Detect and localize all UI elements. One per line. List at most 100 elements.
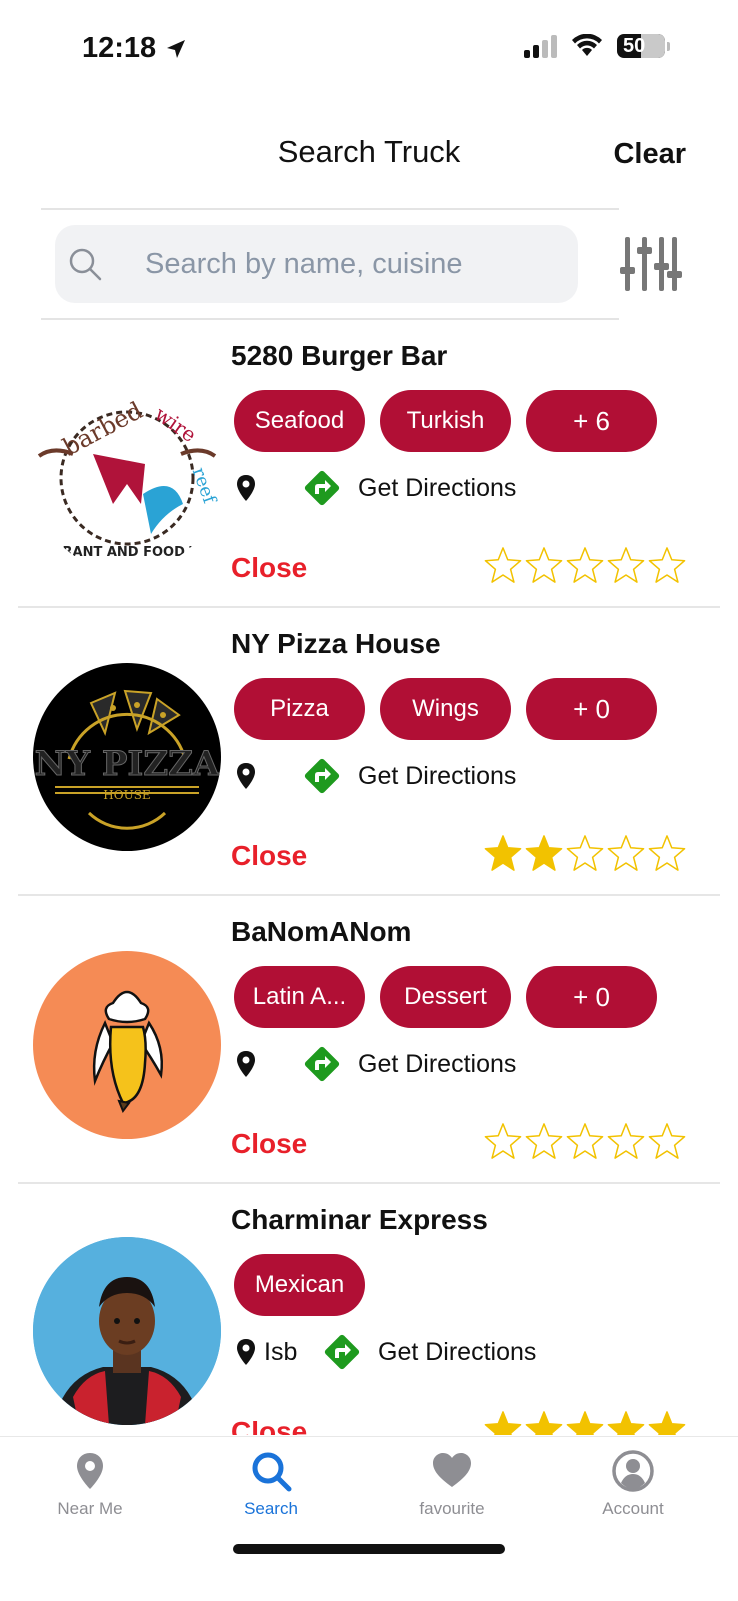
cuisine-tag[interactable]: Latin A... bbox=[234, 966, 365, 1028]
search-bar[interactable] bbox=[55, 225, 578, 303]
search-icon bbox=[69, 248, 102, 281]
star-filled-icon bbox=[566, 1411, 604, 1435]
tab-near-me[interactable]: Near Me bbox=[15, 1449, 165, 1519]
rating-stars bbox=[484, 834, 686, 872]
open-status: Close bbox=[231, 1128, 308, 1159]
star-empty-icon bbox=[607, 1123, 645, 1159]
truck-card[interactable]: NY PIZZA HOUSE NY Pizza House Pizza Wing… bbox=[0, 608, 738, 896]
battery-icon: 50 bbox=[617, 34, 665, 58]
star-empty-icon bbox=[607, 547, 645, 583]
rating-stars bbox=[484, 546, 686, 584]
battery-level: 50 bbox=[623, 34, 646, 57]
more-tags-button[interactable]: + 6 bbox=[526, 390, 657, 452]
star-filled-icon bbox=[484, 1411, 522, 1435]
truck-card[interactable]: Charminar Express Mexican Isb Get Direct… bbox=[0, 1184, 738, 1435]
location-arrow-icon bbox=[167, 39, 186, 58]
star-empty-icon bbox=[566, 547, 604, 583]
truck-name[interactable]: NY Pizza House bbox=[231, 628, 441, 660]
open-status: Close bbox=[231, 552, 308, 583]
star-filled-icon bbox=[525, 835, 563, 871]
location-row: Get Directions bbox=[236, 754, 516, 798]
map-pin-icon bbox=[237, 475, 255, 501]
home-indicator bbox=[233, 1544, 505, 1554]
truck-card[interactable]: barbed wire reef RESTAURANT AND FOOD TRU… bbox=[0, 320, 738, 608]
star-filled-icon bbox=[607, 1411, 645, 1435]
logo-text-ny-pizza: NY PIZZA bbox=[35, 744, 220, 784]
location-text: Isb bbox=[264, 1337, 298, 1366]
cuisine-tags: Latin A... Dessert + 0 bbox=[234, 966, 657, 1028]
cuisine-tags: Seafood Turkish + 6 bbox=[234, 390, 657, 452]
location-row: Get Directions bbox=[236, 1042, 516, 1086]
tab-search[interactable]: Search bbox=[196, 1449, 346, 1519]
status-right: 50 bbox=[524, 34, 670, 58]
logo-text-house: HOUSE bbox=[103, 788, 150, 802]
truck-logo-barbed-wire-reef: barbed wire reef RESTAURANT AND FOOD TRU… bbox=[33, 384, 221, 572]
get-directions-label: Get Directions bbox=[358, 473, 517, 502]
get-directions-button[interactable]: Get Directions bbox=[300, 1042, 516, 1086]
tab-account[interactable]: Account bbox=[558, 1449, 708, 1519]
cuisine-tag[interactable]: Seafood bbox=[234, 390, 365, 452]
cuisine-tags: Mexican bbox=[234, 1254, 365, 1316]
get-directions-label: Get Directions bbox=[378, 1337, 537, 1366]
directions-icon bbox=[304, 758, 340, 794]
tab-label: favourite bbox=[419, 1499, 485, 1518]
cuisine-tag[interactable]: Turkish bbox=[380, 390, 511, 452]
truck-card[interactable]: BaNomANom Latin A... Dessert + 0 Get Dir… bbox=[0, 896, 738, 1184]
get-directions-button[interactable]: Get Directions bbox=[300, 754, 516, 798]
star-filled-icon bbox=[525, 1411, 563, 1435]
get-directions-label: Get Directions bbox=[358, 1049, 517, 1078]
open-status: Close bbox=[231, 1416, 308, 1435]
search-icon bbox=[252, 1452, 292, 1492]
clear-button[interactable]: Clear bbox=[613, 138, 686, 171]
tab-favourite[interactable]: favourite bbox=[377, 1449, 527, 1519]
star-filled-icon bbox=[648, 1411, 686, 1435]
location-row: Isb Get Directions bbox=[236, 1330, 536, 1374]
map-pin-icon bbox=[237, 1051, 255, 1077]
truck-logo-ny-pizza-house: NY PIZZA HOUSE bbox=[33, 663, 221, 851]
truck-name[interactable]: Charminar Express bbox=[231, 1204, 488, 1236]
star-empty-icon bbox=[484, 547, 522, 583]
star-empty-icon bbox=[525, 1123, 563, 1159]
logo-text-restaurant: RESTAURANT AND FOOD TRUCKS bbox=[33, 545, 221, 560]
wifi-icon bbox=[572, 34, 602, 56]
rating-stars bbox=[484, 1122, 686, 1160]
account-icon bbox=[612, 1450, 654, 1492]
tab-label: Near Me bbox=[57, 1499, 123, 1518]
logo-text-wire: wire bbox=[150, 402, 201, 447]
star-empty-icon bbox=[648, 1123, 686, 1159]
get-directions-button[interactable]: Get Directions bbox=[300, 466, 516, 510]
truck-name[interactable]: BaNomANom bbox=[231, 916, 411, 948]
directions-icon bbox=[304, 470, 340, 506]
location-row: Get Directions bbox=[236, 466, 516, 510]
star-empty-icon bbox=[566, 1123, 604, 1159]
more-tags-button[interactable]: + 0 bbox=[526, 678, 657, 740]
cuisine-tag[interactable]: Dessert bbox=[380, 966, 511, 1028]
tab-label: Search bbox=[244, 1499, 298, 1518]
heart-icon bbox=[433, 1453, 471, 1487]
open-status: Close bbox=[231, 840, 308, 871]
rating-stars bbox=[484, 1410, 686, 1435]
map-pin-icon bbox=[77, 1453, 103, 1489]
filter-sliders-icon[interactable] bbox=[620, 233, 682, 295]
cuisine-tag[interactable]: Wings bbox=[380, 678, 511, 740]
star-empty-icon bbox=[566, 835, 604, 871]
truck-name[interactable]: 5280 Burger Bar bbox=[231, 340, 447, 372]
get-directions-label: Get Directions bbox=[358, 761, 517, 790]
search-input[interactable] bbox=[143, 246, 547, 282]
status-time: 12:18 bbox=[82, 32, 188, 65]
more-tags-button[interactable]: + 0 bbox=[526, 966, 657, 1028]
truck-list[interactable]: barbed wire reef RESTAURANT AND FOOD TRU… bbox=[0, 320, 738, 1435]
map-pin-icon bbox=[237, 1339, 255, 1365]
cuisine-tag[interactable]: Pizza bbox=[234, 678, 365, 740]
star-filled-icon bbox=[484, 835, 522, 871]
tab-bar: Near Me Search favourite Account bbox=[0, 1436, 738, 1601]
cuisine-tags: Pizza Wings + 0 bbox=[234, 678, 657, 740]
map-pin-icon bbox=[237, 763, 255, 789]
star-empty-icon bbox=[648, 547, 686, 583]
cuisine-tag[interactable]: Mexican bbox=[234, 1254, 365, 1316]
truck-logo-avatar-photo bbox=[33, 1237, 221, 1425]
logo-text-reef: reef bbox=[188, 465, 221, 508]
directions-icon bbox=[324, 1334, 360, 1370]
header-divider bbox=[41, 208, 619, 210]
get-directions-button[interactable]: Get Directions bbox=[320, 1330, 536, 1374]
